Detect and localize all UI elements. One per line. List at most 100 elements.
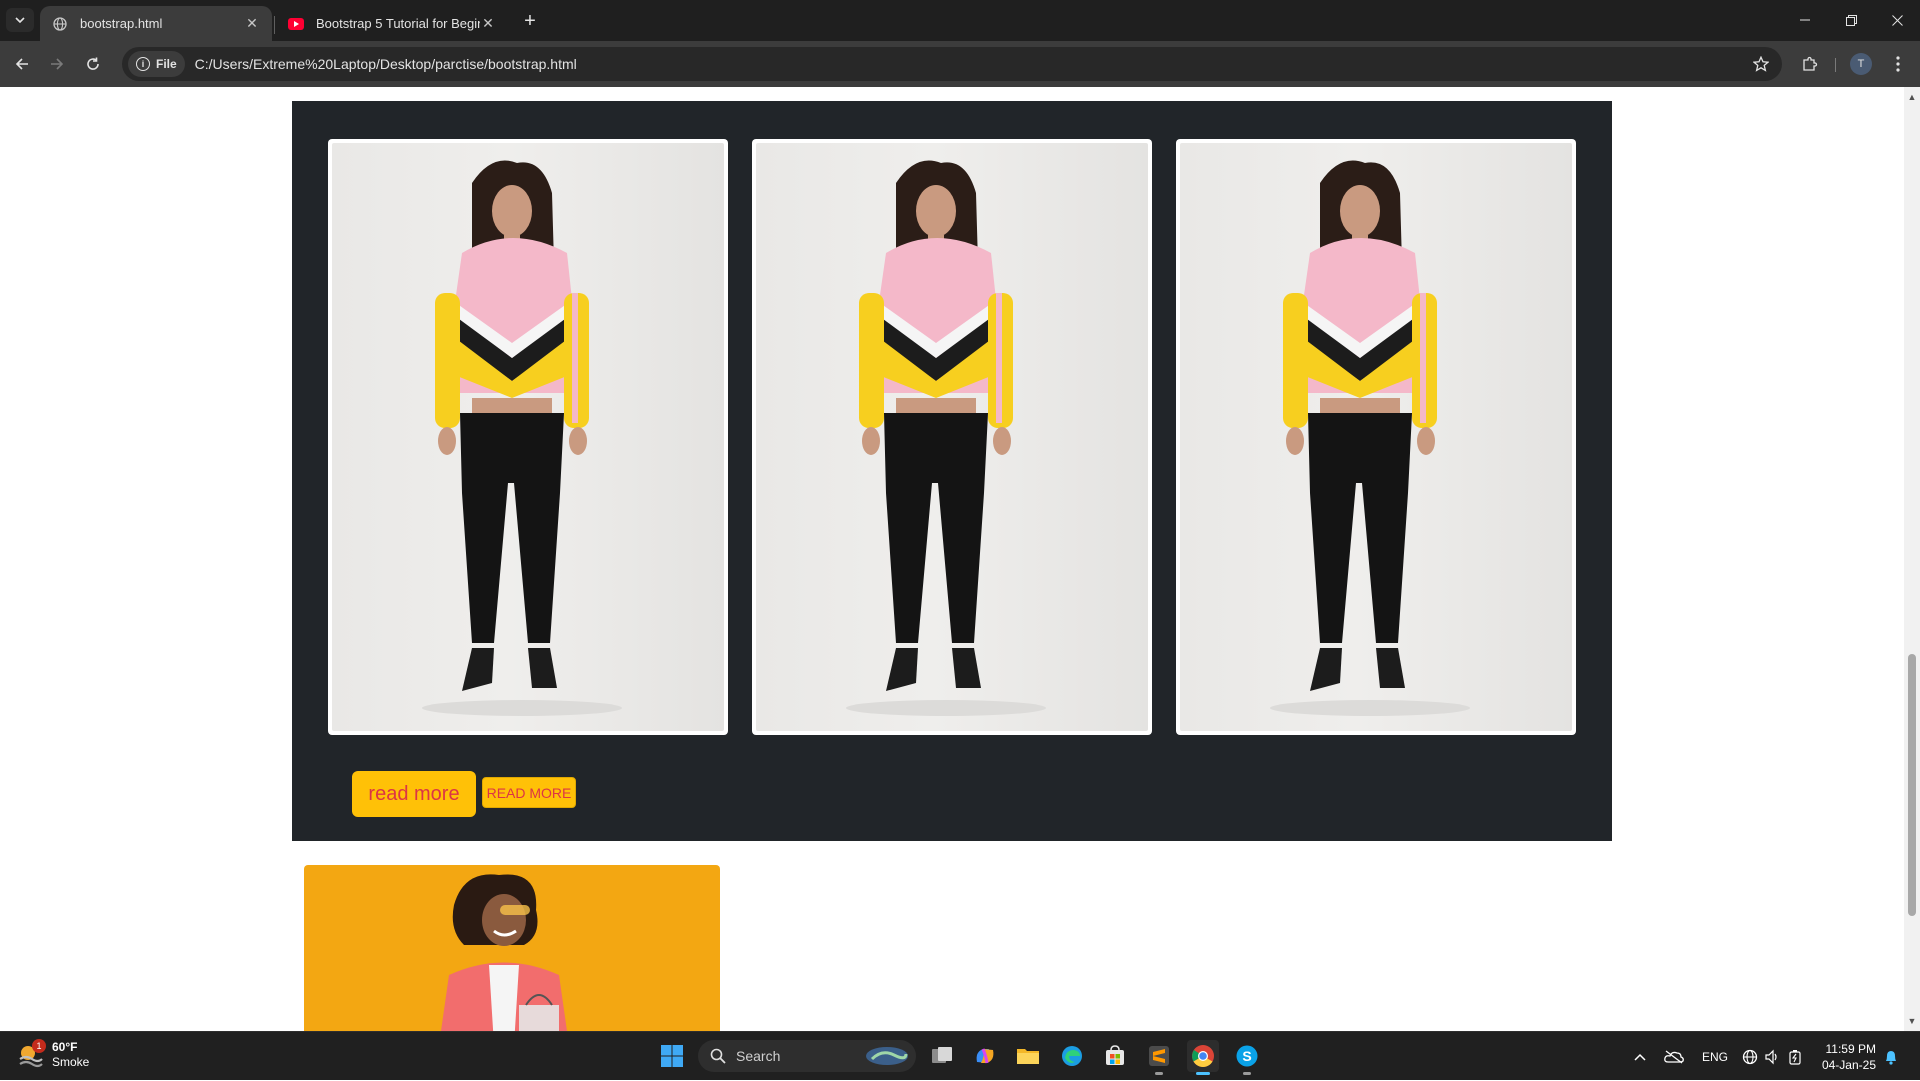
- read-more-large-button[interactable]: read more: [352, 771, 476, 817]
- windows-taskbar: 1 60°F Smoke Search S ENG 11:59 PM 04-Ja…: [0, 1031, 1920, 1080]
- profile-avatar[interactable]: T: [1850, 53, 1872, 75]
- chrome-icon: [1192, 1045, 1214, 1067]
- chevron-down-icon: [15, 17, 25, 23]
- model-figure: [846, 160, 1046, 716]
- arrow-right-icon: [51, 58, 64, 70]
- youtube-icon: [288, 16, 304, 32]
- close-icon[interactable]: ✕: [480, 15, 496, 32]
- weather-temperature: 60°F: [52, 1040, 78, 1054]
- close-icon: [1891, 14, 1903, 26]
- address-bar[interactable]: i File C:/Users/Extreme%20Laptop/Desktop…: [122, 47, 1782, 81]
- page-viewport: read more READ MORE: [0, 87, 1904, 1031]
- scrollbar-thumb[interactable]: [1908, 654, 1916, 916]
- chrome-button[interactable]: [1187, 1040, 1219, 1075]
- weather-widget[interactable]: 1 60°F Smoke: [16, 1039, 90, 1070]
- tab-bootstrap-tutorial[interactable]: Bootstrap 5 Tutorial for Beginners ✕: [276, 6, 508, 41]
- extensions-button[interactable]: [1796, 50, 1824, 78]
- restore-button[interactable]: [1828, 6, 1874, 34]
- url-text[interactable]: C:/Users/Extreme%20Laptop/Desktop/parcti…: [195, 56, 577, 72]
- model-figure: [1270, 160, 1470, 716]
- search-icon: [710, 1048, 726, 1064]
- tab-search-button[interactable]: [6, 8, 34, 32]
- shopping-woman-figure: [441, 874, 567, 1031]
- windows-logo-icon: [661, 1045, 683, 1067]
- store-icon: [1106, 1045, 1124, 1065]
- network-icon[interactable]: [1742, 1032, 1758, 1081]
- edge-icon: [1062, 1046, 1082, 1066]
- onedrive-icon[interactable]: [1664, 1032, 1684, 1081]
- show-hidden-icons-button[interactable]: [1634, 1032, 1646, 1081]
- scroll-down-icon[interactable]: ▼: [1904, 1013, 1920, 1029]
- read-more-small-button[interactable]: READ MORE: [482, 777, 576, 808]
- copilot-icon: [976, 1048, 994, 1064]
- search-highlight-icon: [866, 1047, 908, 1065]
- tab-title: bootstrap.html: [80, 16, 163, 31]
- site-info-label: File: [156, 57, 177, 71]
- weather-condition: Smoke: [52, 1055, 90, 1069]
- battery-icon[interactable]: [1788, 1032, 1802, 1081]
- model-image-card: [752, 139, 1152, 735]
- task-view-button[interactable]: [926, 1040, 958, 1072]
- new-tab-button[interactable]: +: [518, 10, 542, 34]
- forward-button[interactable]: [43, 50, 71, 78]
- file-explorer-button[interactable]: [1012, 1040, 1044, 1072]
- reload-icon: [87, 57, 99, 70]
- volume-icon[interactable]: [1764, 1032, 1780, 1081]
- start-button[interactable]: [656, 1040, 688, 1072]
- clock-date: 04-Jan-25: [1821, 1058, 1876, 1072]
- more-vertical-icon: [1896, 56, 1900, 72]
- minimize-button[interactable]: [1782, 6, 1828, 34]
- folder-icon: [1017, 1049, 1039, 1064]
- arrow-left-icon: [15, 58, 28, 70]
- close-icon[interactable]: ✕: [244, 15, 260, 32]
- sublime-text-button[interactable]: [1143, 1040, 1175, 1075]
- model-photo: [756, 143, 1148, 731]
- scroll-up-icon[interactable]: ▲: [1904, 89, 1920, 105]
- dark-gallery-section: read more READ MORE: [292, 101, 1612, 841]
- system-clock[interactable]: 11:59 PM 04-Jan-25: [1812, 1041, 1876, 1073]
- star-icon: [1753, 56, 1769, 72]
- browser-menu-button[interactable]: [1884, 50, 1912, 78]
- smoke-weather-icon: 1: [16, 1039, 46, 1069]
- restore-icon: [1845, 14, 1857, 26]
- language-indicator[interactable]: ENG: [1702, 1032, 1728, 1081]
- puzzle-icon: [1803, 56, 1818, 71]
- sublime-icon: [1149, 1046, 1169, 1066]
- model-figure: [422, 160, 622, 716]
- skype-button[interactable]: S: [1231, 1040, 1263, 1075]
- tab-divider: [274, 16, 275, 34]
- chevron-up-icon: [1634, 1053, 1646, 1061]
- svg-text:S: S: [1242, 1048, 1251, 1064]
- toolbar-separator: [1835, 58, 1836, 72]
- fashion-card-image: [304, 865, 720, 1031]
- search-label: Search: [736, 1048, 781, 1064]
- tab-bootstrap-html[interactable]: bootstrap.html ✕: [40, 6, 272, 41]
- running-indicator: [1243, 1072, 1251, 1075]
- active-indicator: [1196, 1072, 1210, 1075]
- model-photo: [1180, 143, 1572, 731]
- copilot-button[interactable]: [969, 1040, 1001, 1072]
- edge-browser-button[interactable]: [1056, 1040, 1088, 1072]
- minimize-icon: [1800, 19, 1810, 21]
- page-scrollbar[interactable]: ▲ ▼: [1904, 87, 1920, 1031]
- globe-icon: [52, 16, 68, 32]
- bookmark-button[interactable]: [1748, 51, 1774, 77]
- close-window-button[interactable]: [1874, 6, 1920, 34]
- browser-titlebar: bootstrap.html ✕ Bootstrap 5 Tutorial fo…: [0, 0, 1920, 41]
- model-image-card: [1176, 139, 1576, 735]
- site-info-chip[interactable]: i File: [128, 51, 185, 77]
- reload-button[interactable]: [79, 50, 107, 78]
- taskbar-search[interactable]: Search: [698, 1040, 916, 1072]
- skype-icon: S: [1236, 1045, 1258, 1067]
- model-photo: [332, 143, 724, 731]
- running-indicator: [1155, 1072, 1163, 1075]
- microsoft-store-button[interactable]: [1099, 1040, 1131, 1072]
- task-view-icon: [932, 1047, 952, 1063]
- model-image-card: [328, 139, 728, 735]
- notification-badge: 1: [32, 1039, 46, 1053]
- browser-toolbar: i File C:/Users/Extreme%20Laptop/Desktop…: [0, 41, 1920, 87]
- tab-title: Bootstrap 5 Tutorial for Beginners: [316, 16, 480, 31]
- notification-bell-icon[interactable]: [1884, 1032, 1898, 1081]
- clock-time: 11:59 PM: [1825, 1042, 1876, 1056]
- back-button[interactable]: [8, 50, 36, 78]
